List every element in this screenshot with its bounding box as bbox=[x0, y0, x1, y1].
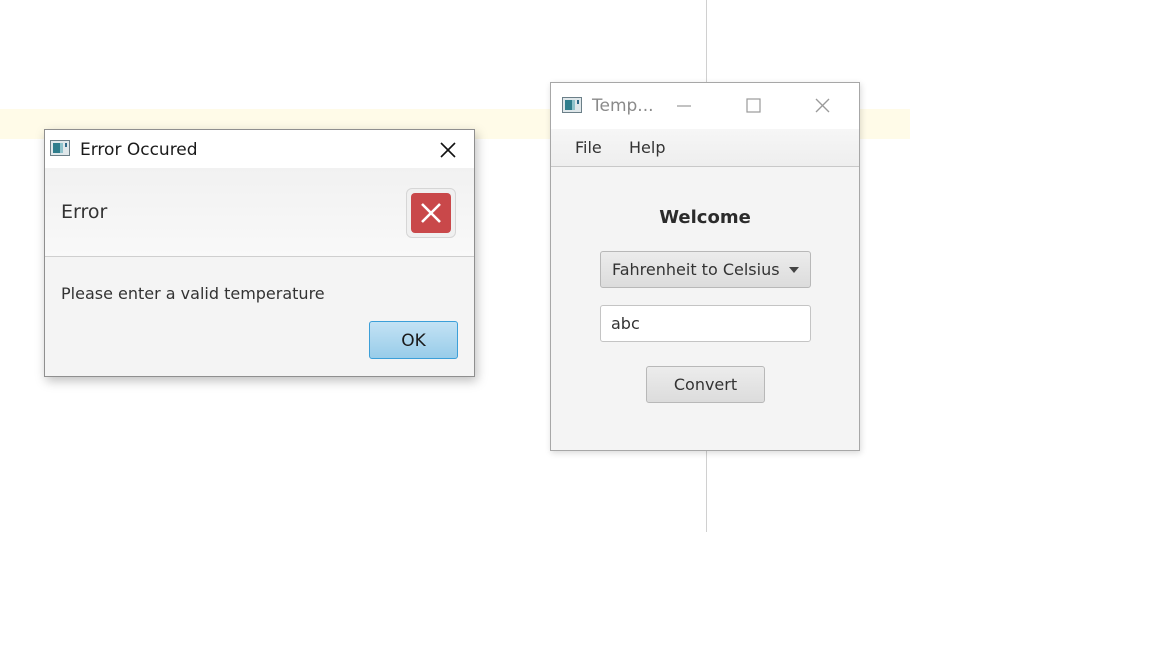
error-x-icon bbox=[406, 188, 456, 238]
error-dialog: Error Occured Error Please enter a valid… bbox=[44, 129, 475, 377]
error-dialog-title: Error Occured bbox=[80, 140, 198, 160]
error-dialog-header: Error bbox=[45, 168, 474, 257]
conversion-type-selected: Fahrenheit to Celsius bbox=[612, 260, 780, 279]
close-icon[interactable] bbox=[809, 94, 835, 118]
menu-file[interactable]: File bbox=[575, 138, 602, 157]
temperature-input[interactable] bbox=[600, 305, 811, 342]
minimize-icon[interactable] bbox=[670, 94, 696, 118]
maximize-icon[interactable] bbox=[740, 94, 766, 118]
menu-bar: File Help bbox=[551, 129, 859, 167]
caret-down-icon bbox=[789, 267, 799, 273]
close-icon[interactable] bbox=[435, 137, 461, 163]
temp-window-title: Temp... bbox=[592, 96, 654, 116]
temp-window-titlebar[interactable]: Temp... bbox=[551, 83, 859, 129]
conversion-type-select[interactable]: Fahrenheit to Celsius bbox=[600, 251, 811, 288]
error-header-text: Error bbox=[61, 201, 108, 223]
ok-button[interactable]: OK bbox=[369, 321, 458, 359]
java-app-icon bbox=[50, 140, 70, 156]
error-message: Please enter a valid temperature bbox=[61, 284, 325, 303]
error-dialog-titlebar[interactable]: Error Occured bbox=[45, 130, 474, 168]
desktop: Error Occured Error Please enter a valid… bbox=[0, 0, 1152, 648]
welcome-heading: Welcome bbox=[659, 207, 751, 228]
temperature-converter-window: Temp... File Help Welcome Fahrenheit to … bbox=[550, 82, 860, 451]
convert-button[interactable]: Convert bbox=[646, 366, 765, 403]
java-app-icon bbox=[562, 97, 582, 113]
menu-help[interactable]: Help bbox=[629, 138, 665, 157]
